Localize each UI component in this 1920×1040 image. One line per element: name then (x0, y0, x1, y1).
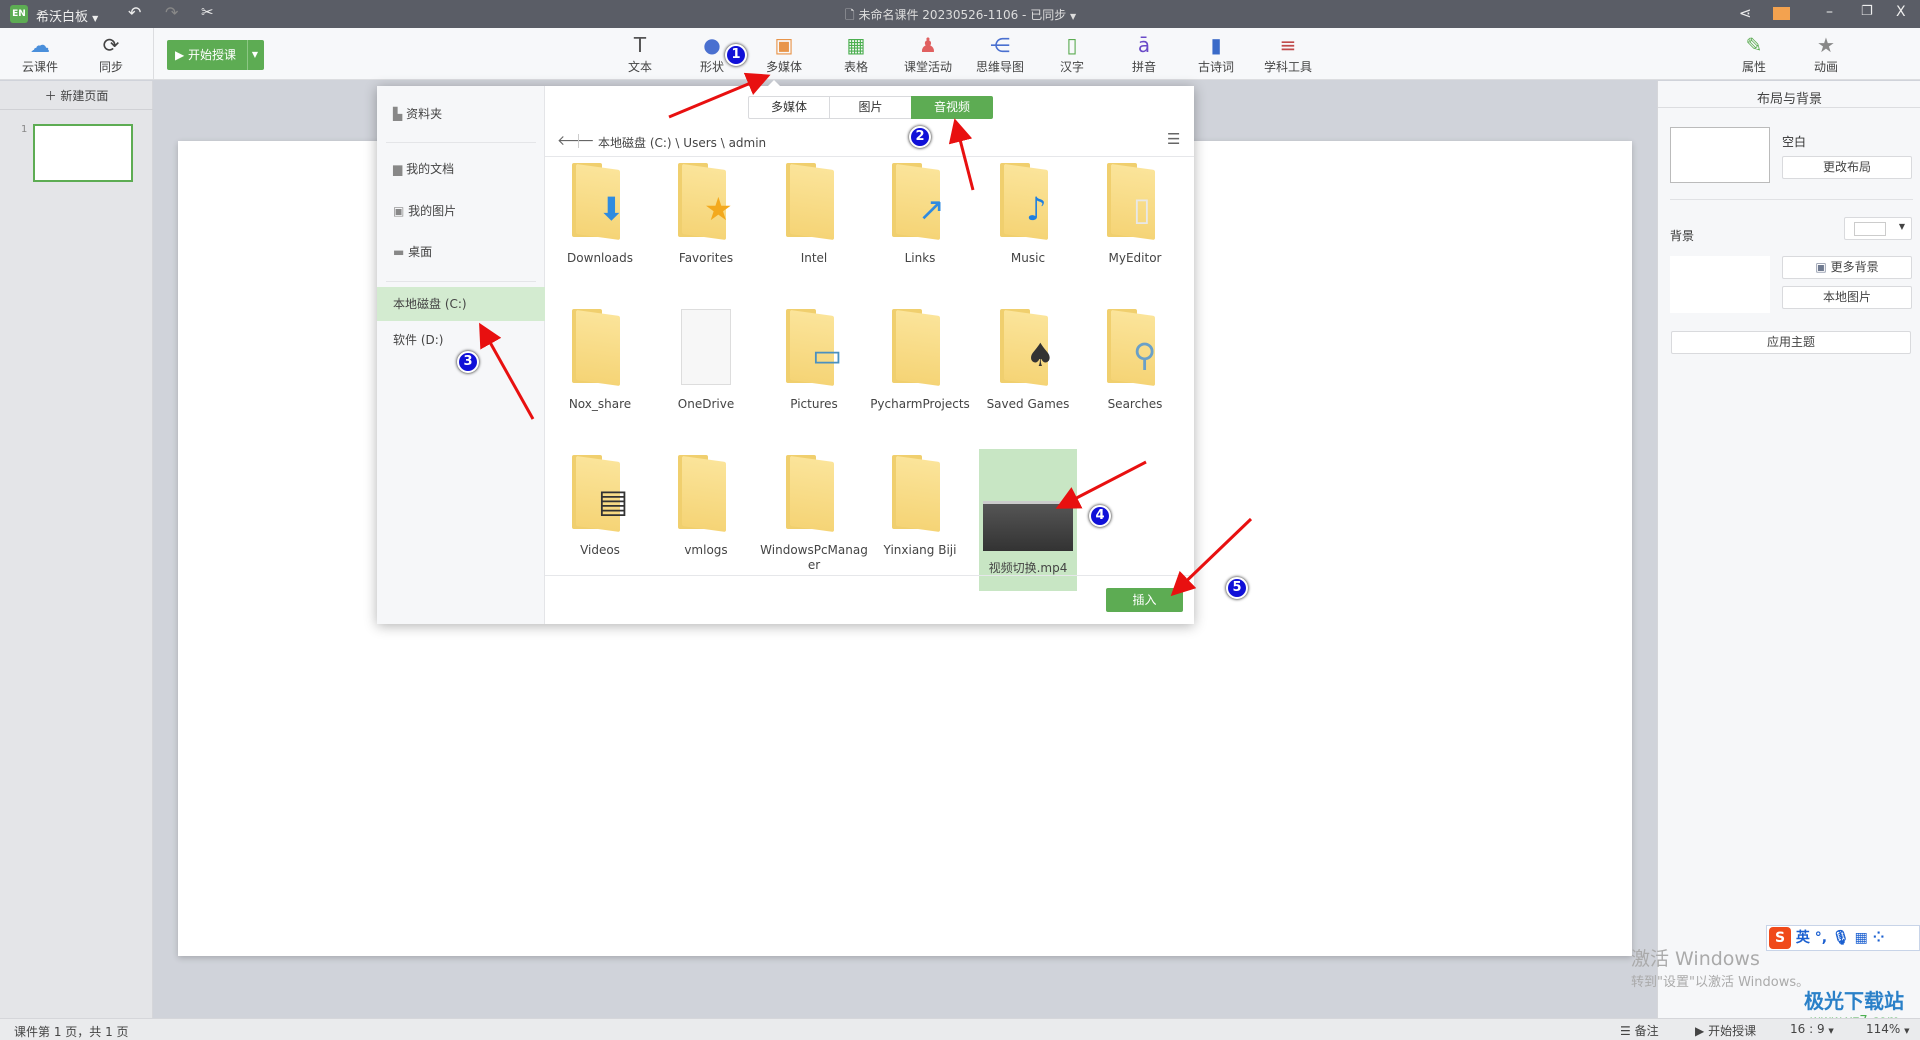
keyboard-icon[interactable]: ▦ (1855, 930, 1868, 946)
annotation-marker: 1 (725, 44, 747, 66)
punctuation-icon[interactable]: °, (1815, 930, 1827, 946)
page-info: 课件第 1 页，共 1 页 (14, 1025, 129, 1039)
notes-button[interactable]: ☰ 备注 (1620, 1022, 1659, 1039)
activation-watermark: 激活 Windows 转到"设置"以激活 Windows。 (1631, 944, 1809, 990)
start-class-status-button[interactable]: ▶ 开始授课 (1695, 1022, 1756, 1039)
annotation-marker: 4 (1089, 505, 1111, 527)
annotation-arrow (479, 322, 535, 420)
label: 开始授课 (1708, 1024, 1757, 1038)
zoom-dropdown[interactable]: 114% ▼ (1866, 1022, 1910, 1036)
chevron-down-icon: ▼ (1828, 1027, 1834, 1035)
label: 114% (1866, 1022, 1901, 1036)
label: 16 : 9 (1790, 1022, 1825, 1036)
aspect-ratio-dropdown[interactable]: 16 : 9 ▼ (1790, 1022, 1834, 1036)
notes-icon: ☰ (1620, 1024, 1631, 1038)
annotation-arrow (948, 118, 975, 191)
play-icon: ▶ (1695, 1024, 1705, 1038)
annotation-marker: 2 (909, 126, 931, 148)
grid-icon[interactable]: ⁘ (1873, 930, 1885, 946)
label: 备注 (1634, 1024, 1659, 1038)
annotation-arrow (1055, 460, 1147, 509)
annotation-marker: 5 (1226, 577, 1248, 599)
status-bar: 课件第 1 页，共 1 页 ☰ 备注 ▶ 开始授课 16 : 9 ▼ 114% … (0, 1018, 1920, 1040)
annotation-marker: 3 (457, 351, 479, 373)
microphone-icon[interactable]: 🎙 (1832, 930, 1850, 946)
chevron-down-icon: ▼ (1904, 1027, 1910, 1035)
annotation-arrow (668, 72, 771, 119)
watermark-line1: 激活 Windows (1631, 948, 1760, 970)
site-name: 极光下载站 (1804, 989, 1904, 1013)
annotation-arrows (479, 72, 1253, 597)
